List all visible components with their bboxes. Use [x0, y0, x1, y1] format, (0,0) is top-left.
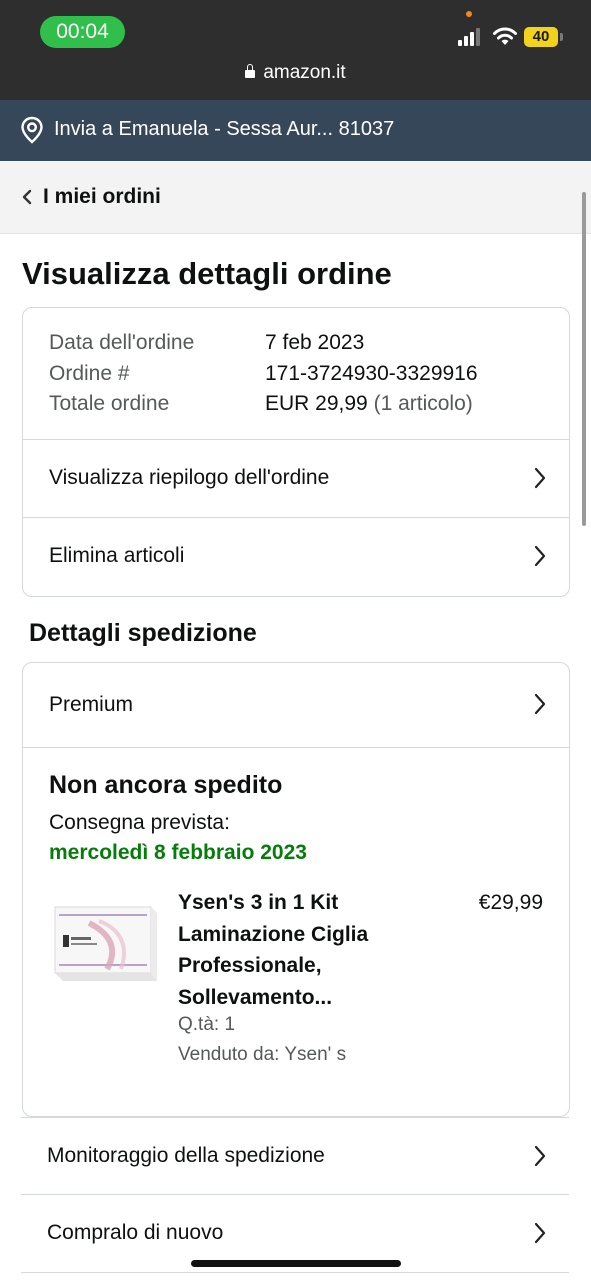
chevron-right-icon — [534, 545, 546, 567]
delete-items-label: Elimina articoli — [49, 544, 185, 567]
product-title-line: Sollevamento... — [178, 985, 333, 1009]
delete-items-link[interactable]: Elimina articoli — [23, 517, 569, 595]
buy-again-label: Compralo di nuovo — [47, 1221, 224, 1244]
shipment-status: Non ancora spedito — [49, 771, 283, 799]
chevron-right-icon — [534, 1222, 546, 1244]
product-title[interactable]: Ysen's 3 in 1 Kit Laminazione Ciglia Pro… — [178, 887, 443, 1013]
breadcrumb-my-orders-link[interactable]: I miei ordini — [43, 161, 161, 233]
location-pin-icon — [21, 116, 43, 144]
page-title: Visualizza dettagli ordine — [22, 256, 392, 291]
chevron-right-icon — [534, 1145, 546, 1167]
order-number-value: 171-3724930-3329916 — [265, 361, 478, 385]
product-image[interactable] — [49, 903, 157, 985]
home-indicator[interactable] — [191, 1260, 401, 1267]
view-order-summary-link[interactable]: Visualizza riepilogo dell'ordine — [23, 439, 569, 517]
delivery-location-bar[interactable]: Invia a Emanuela - Sessa Aur... 81037 — [0, 100, 591, 161]
url-bar[interactable]: amazon.it — [0, 62, 591, 84]
expected-delivery-date: mercoledì 8 febbraio 2023 — [49, 841, 307, 864]
order-total-value: EUR 29,99 — [265, 392, 368, 415]
breadcrumb[interactable]: I miei ordini — [0, 161, 591, 234]
shipment-card: Premium Non ancora spedito Consegna prev… — [22, 662, 570, 1117]
wifi-icon — [493, 27, 517, 45]
track-shipment-button[interactable]: Monitoraggio della spedizione — [21, 1117, 569, 1195]
status-bar: 00:04 40 amazon.it — [0, 0, 591, 100]
order-date-label: Data dell'ordine — [49, 331, 195, 354]
chevron-right-icon — [534, 693, 546, 715]
shipping-details-heading: Dettagli spedizione — [29, 619, 257, 647]
track-shipment-label: Monitoraggio della spedizione — [47, 1144, 325, 1167]
delivery-address-text: Invia a Emanuela - Sessa Aur... 81037 — [54, 118, 395, 140]
chevron-right-icon — [534, 467, 546, 489]
product-title-line: Laminazione Ciglia — [178, 922, 369, 946]
order-date-value: 7 feb 2023 — [265, 331, 365, 354]
battery-tip — [560, 33, 563, 41]
cellular-signal-icon — [458, 28, 484, 46]
privacy-indicator-dot — [466, 11, 472, 17]
battery-indicator: 40 — [524, 27, 558, 47]
view-order-summary-label: Visualizza riepilogo dell'ordine — [49, 466, 330, 489]
order-total-label: Totale ordine — [49, 392, 170, 415]
order-item-count: (1 articolo) — [373, 392, 473, 415]
product-quantity: Q.tà: 1 — [178, 1014, 236, 1035]
chevron-left-icon — [22, 189, 32, 205]
scrollbar[interactable] — [582, 192, 586, 526]
product-title-line: Ysen's 3 in 1 Kit — [178, 891, 339, 914]
shipping-method-row[interactable]: Premium — [23, 663, 569, 748]
product-seller: Venduto da: Ysen' s — [178, 1044, 347, 1065]
order-total-value-wrap: EUR 29,99 (1 articolo) — [265, 389, 473, 420]
product-price: €29,99 — [478, 891, 543, 914]
product-title-line: Professionale, — [178, 954, 322, 977]
lock-icon — [245, 64, 256, 78]
order-summary-card: Data dell'ordine 7 feb 2023 Ordine # 171… — [22, 307, 570, 597]
order-number-label: Ordine # — [49, 361, 130, 385]
url-text: amazon.it — [263, 62, 346, 83]
clock-time: 00:04 — [40, 16, 125, 48]
shipping-method-label: Premium — [49, 693, 134, 716]
expected-delivery-label: Consegna prevista: — [49, 811, 230, 834]
